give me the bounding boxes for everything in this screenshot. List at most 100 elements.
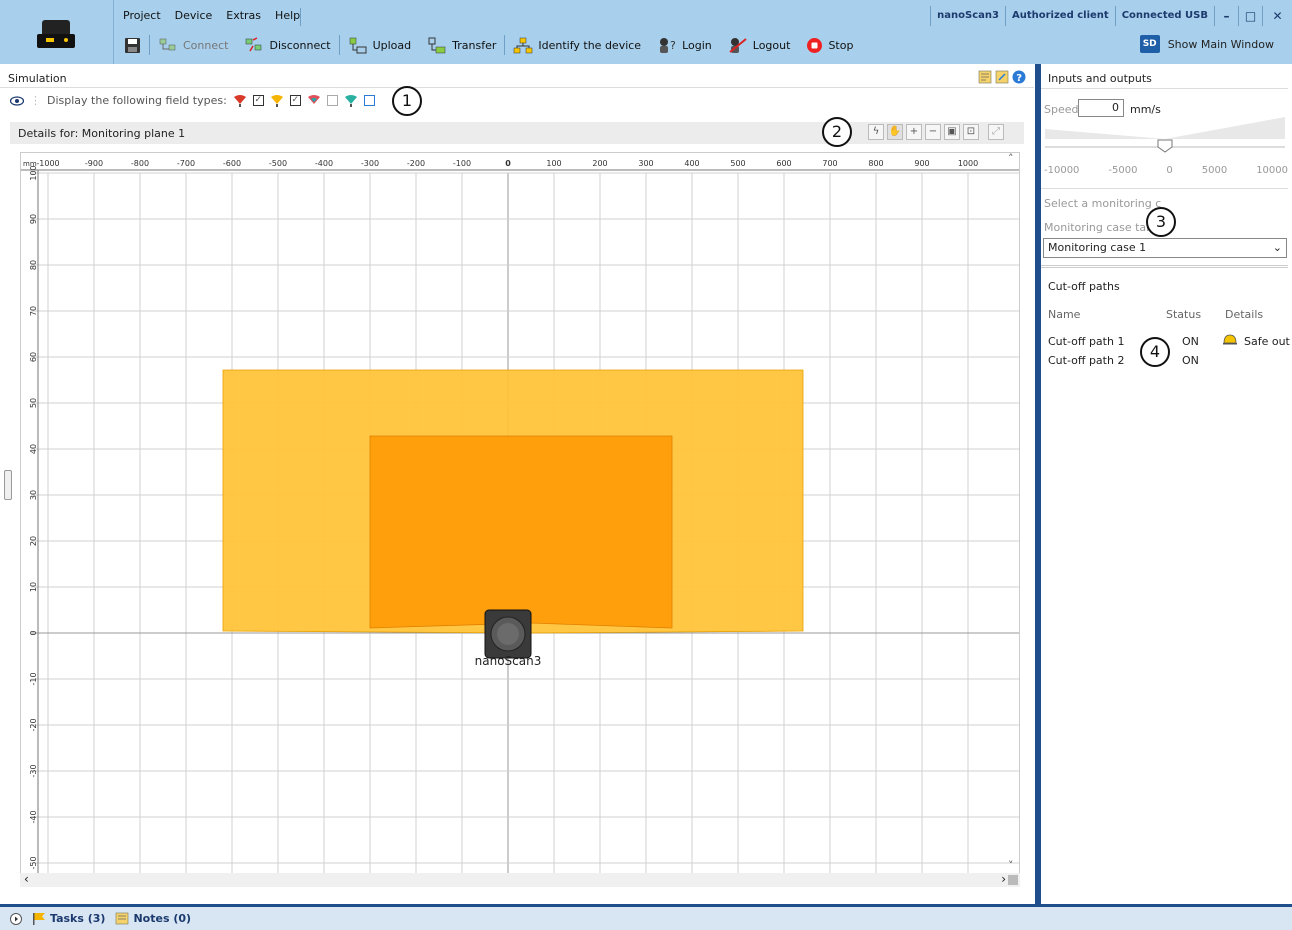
login-button[interactable]: ? Login: [649, 32, 720, 58]
y-tick-label: -50: [29, 856, 38, 869]
x-tick-label: 700: [822, 159, 837, 168]
x-tick-label: -200: [407, 159, 425, 168]
close-button[interactable]: ✕: [1262, 6, 1292, 26]
status-area: nanoScan3 Authorized client Connected US…: [930, 6, 1292, 26]
monitoring-case-value: Monitoring case 1: [1048, 241, 1147, 254]
menu-separator: [300, 8, 301, 26]
eye-icon[interactable]: [10, 95, 24, 106]
simulation-canvas[interactable]: -1000 -900 -800 -700 -600 -500 -400 -300 -200 -10…: [20, 152, 1020, 880]
speed-input[interactable]: 0: [1078, 99, 1124, 117]
notes-label: Notes (0): [133, 912, 192, 925]
y-tick-label: -10: [29, 672, 38, 685]
stop-icon: [807, 37, 823, 53]
nanoscan3-device-icon: [37, 20, 75, 48]
speed-slider[interactable]: [1045, 117, 1285, 153]
speed-label: Speed: [1044, 103, 1079, 116]
zoom-out-icon[interactable]: −: [925, 124, 941, 140]
x-tick-label: 200: [592, 159, 607, 168]
upload-button[interactable]: Upload: [340, 32, 420, 58]
callout-1: 1: [392, 86, 422, 116]
device-logo-box: [0, 0, 114, 64]
speed-unit: mm/s: [1130, 103, 1161, 116]
menu-help[interactable]: Help: [268, 6, 307, 26]
warning-field-checkbox[interactable]: ✓: [289, 95, 301, 106]
identify-device-button[interactable]: Identify the device: [505, 32, 649, 58]
zoom-fit-icon[interactable]: ▣: [944, 124, 960, 140]
minimize-button[interactable]: –: [1214, 6, 1238, 26]
auth-status: Authorized client: [1004, 6, 1115, 26]
warning-field-icon: [270, 94, 283, 107]
y-tick-label: 10: [29, 582, 38, 592]
stop-label: Stop: [828, 38, 854, 52]
scroll-right-icon[interactable]: ›: [1001, 872, 1006, 886]
export-notes-icon[interactable]: [995, 70, 1009, 84]
speed-tick: -5000: [1108, 165, 1138, 176]
io-divider: [1041, 265, 1288, 268]
callout-4: 4: [1140, 337, 1170, 367]
pan-hand-icon[interactable]: ✋: [887, 124, 903, 140]
y-tick-label: 0: [29, 630, 38, 635]
tasks-button[interactable]: Tasks (3): [32, 912, 105, 925]
maximize-button[interactable]: □: [1238, 6, 1262, 26]
svg-text:?: ?: [1016, 73, 1022, 84]
nanoscan3-device[interactable]: [484, 609, 532, 659]
speed-tick: 5000: [1201, 165, 1228, 176]
fullscreen-icon[interactable]: ⤢: [988, 124, 1004, 140]
zoom-area-icon[interactable]: ⊡: [963, 124, 979, 140]
x-tick-label: -800: [131, 159, 149, 168]
stop-button[interactable]: Stop: [798, 32, 861, 58]
menu-extras[interactable]: Extras: [219, 6, 268, 26]
x-tick-label: -400: [315, 159, 333, 168]
speed-tick: -10000: [1044, 165, 1080, 176]
connection-status: Connected USB: [1114, 6, 1214, 26]
notes-button[interactable]: Notes (0): [115, 912, 191, 925]
callout-2: 2: [822, 117, 852, 147]
speed-ticks: -10000 -5000 0 5000 10000: [1044, 165, 1288, 176]
simulation-title: Simulation: [8, 72, 67, 85]
case-table-label: Monitoring case tab: [1044, 221, 1154, 234]
transfer-button[interactable]: Transfer: [419, 32, 504, 58]
scroll-left-icon[interactable]: ‹: [24, 872, 29, 886]
device-status: nanoScan3: [930, 6, 1005, 26]
scroll-up-icon[interactable]: ˄: [1008, 152, 1014, 165]
save-icon: [125, 37, 140, 53]
cutoff-title: Cut-off paths: [1048, 280, 1120, 293]
connect-label: Connect: [183, 38, 229, 52]
x-tick-label: 100: [546, 159, 561, 168]
show-main-window-button[interactable]: SD Show Main Window: [1139, 35, 1274, 53]
horizontal-scrollbar[interactable]: ‹ ›: [20, 872, 1020, 887]
protective-field-checkbox[interactable]: ✓: [252, 95, 264, 106]
field-plot[interactable]: -1000 -900 -800 -700 -600 -500 -400 -300 -200 -10…: [21, 153, 1020, 880]
x-tick-label: -900: [85, 159, 103, 168]
vertical-scrollbar[interactable]: ˄ ˅: [1008, 152, 1020, 872]
logout-label: Logout: [752, 38, 791, 52]
expand-icon[interactable]: [10, 912, 22, 925]
x-tick-label: -600: [223, 159, 241, 168]
disconnect-button[interactable]: Disconnect: [236, 32, 338, 58]
zoom-in-icon[interactable]: +: [906, 124, 922, 140]
detection-field-icon: [344, 94, 357, 107]
save-button[interactable]: [116, 32, 149, 58]
connect-button[interactable]: Connect: [150, 32, 236, 58]
x-tick-label: -1000: [36, 159, 59, 168]
unit-label: mm: [23, 160, 37, 168]
help-icon[interactable]: ?: [1012, 70, 1026, 84]
monitoring-case-dropdown[interactable]: Monitoring case 1 ⌄: [1043, 238, 1287, 258]
scroll-down-icon[interactable]: ˅: [1008, 859, 1014, 872]
y-tick-label: -30: [29, 764, 38, 777]
menu-project[interactable]: Project: [116, 6, 168, 26]
show-main-window-label: Show Main Window: [1167, 37, 1274, 51]
flash-icon[interactable]: ϟ: [868, 124, 884, 140]
panel-collapse-grip[interactable]: [4, 470, 12, 500]
protective-field[interactable]: [369, 435, 673, 629]
select-case-label: Select a monitoring c: [1044, 197, 1162, 210]
notes-icon[interactable]: [978, 70, 992, 84]
speed-tick: 10000: [1256, 165, 1288, 176]
simulation-header-icons: ?: [978, 70, 1026, 84]
logout-button[interactable]: Logout: [720, 32, 799, 58]
detection-field-checkbox[interactable]: [363, 95, 375, 106]
menu-device[interactable]: Device: [168, 6, 220, 26]
field-types-label: Display the following field types:: [47, 94, 227, 107]
y-tick-label: -20: [29, 718, 38, 731]
mixed-field-checkbox[interactable]: [326, 95, 338, 106]
